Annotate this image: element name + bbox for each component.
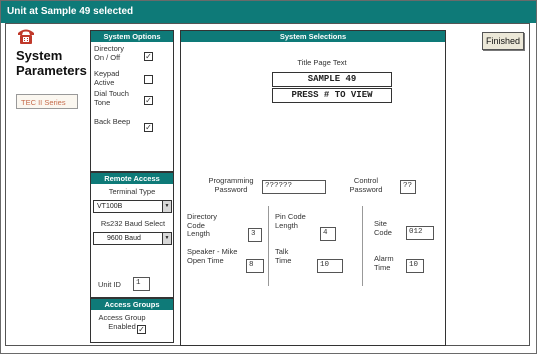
dial-touch-tone-label: Dial Touch Tone — [94, 89, 129, 107]
title-line2-input[interactable]: PRESS # TO VIEW — [272, 88, 392, 103]
unit-id-input[interactable]: 1 — [133, 277, 150, 291]
dial-touch-tone-checkbox[interactable]: ✓ — [144, 96, 153, 105]
directory-code-length-label: Directory Code Length — [187, 212, 218, 238]
baud-value: 9600 Baud — [107, 235, 141, 242]
pin-code-length-input[interactable]: 4 — [320, 227, 336, 241]
access-group-enabled-checkbox[interactable]: ✓ — [137, 325, 146, 334]
chevron-down-icon[interactable]: ▼ — [162, 201, 171, 212]
speaker-mike-open-time-label: Speaker - Mike Open Time — [187, 247, 238, 265]
directory-onoff-label: Directory On / Off — [94, 44, 125, 62]
page-title-line1: System — [16, 48, 63, 63]
title-line1-input[interactable]: SAMPLE 49 — [272, 72, 392, 87]
terminal-type-select[interactable]: VT100B ▼ — [93, 200, 172, 213]
title-page-text-label: Title Page Text — [297, 58, 347, 67]
programming-password-label: Programming Password — [208, 176, 254, 194]
page-title-line2: Parameters — [16, 63, 87, 78]
control-password-input[interactable]: ?? — [400, 180, 416, 194]
remote-access-header: Remote Access — [91, 173, 173, 184]
baud-select-label: Rs232 Baud Select — [100, 219, 166, 228]
programming-password-input[interactable]: ?????? — [262, 180, 326, 194]
divider — [268, 206, 269, 286]
baud-select[interactable]: 9600 Baud ▼ — [93, 232, 172, 245]
control-password-label: Control Password — [349, 176, 383, 194]
terminal-type-label: Terminal Type — [108, 187, 156, 196]
talk-time-label: Talk Time — [275, 247, 292, 265]
window-title: Unit at Sample 49 selected — [1, 1, 536, 23]
access-groups-header: Access Groups — [91, 299, 173, 310]
system-options-header: System Options — [91, 31, 173, 42]
page-title: System Parameters — [16, 48, 87, 78]
keypad-active-checkbox[interactable] — [144, 75, 153, 84]
finished-button[interactable]: Finished — [482, 32, 524, 50]
system-selections-header: System Selections — [181, 31, 445, 42]
alarm-time-label: Alarm Time — [374, 254, 394, 272]
alarm-time-input[interactable]: 10 — [406, 259, 424, 273]
site-code-label: Site Code — [374, 219, 392, 237]
talk-time-input[interactable]: 10 — [317, 259, 343, 273]
directory-onoff-checkbox[interactable]: ✓ — [144, 52, 153, 61]
unit-id-label: Unit ID — [98, 280, 121, 289]
chevron-down-icon[interactable]: ▼ — [162, 233, 171, 244]
back-beep-checkbox[interactable]: ✓ — [144, 123, 153, 132]
telephone-icon — [18, 29, 34, 44]
speaker-mike-open-time-input[interactable]: 8 — [246, 259, 264, 273]
directory-code-length-input[interactable]: 3 — [248, 228, 262, 242]
pin-code-length-label: Pin Code Length — [275, 212, 306, 230]
divider — [362, 206, 363, 286]
site-code-input[interactable]: 012 — [406, 226, 434, 240]
unit-series-field[interactable]: TEC II Series — [16, 94, 78, 109]
back-beep-label: Back Beep — [94, 117, 131, 126]
terminal-type-value: VT100B — [97, 203, 123, 210]
keypad-active-label: Keypad Active — [94, 69, 120, 87]
